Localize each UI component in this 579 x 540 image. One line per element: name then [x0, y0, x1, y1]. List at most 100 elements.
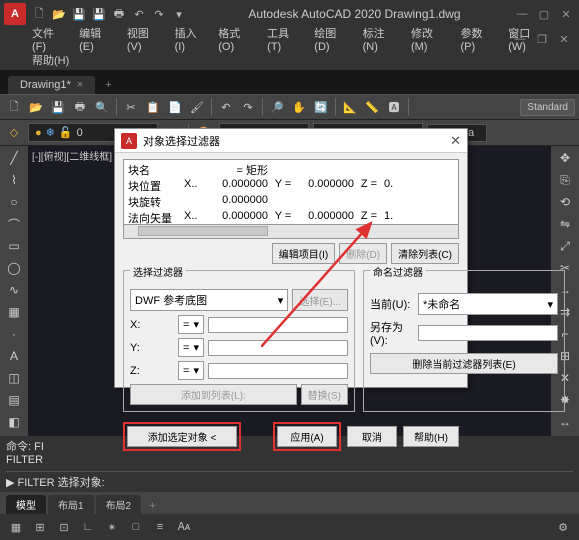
select-button[interactable]: 选择(E)... [292, 289, 348, 311]
viewport-label[interactable]: [-][俯视][二维线框] [32, 148, 112, 163]
rect-tool-icon[interactable]: ▭ [3, 236, 25, 256]
current-filter-combo[interactable]: *未命名▾ [418, 293, 558, 315]
layer-icon[interactable]: ◇ [4, 123, 24, 143]
dialog-close-icon[interactable]: ✕ [450, 133, 461, 149]
status-lwt-icon[interactable]: ≡ [150, 517, 170, 537]
menu-tools[interactable]: 工具(T) [267, 25, 302, 53]
menu-param[interactable]: 参数(P) [461, 25, 497, 53]
tool-icon[interactable]: 🅰 [384, 97, 404, 117]
replace-button[interactable]: 替换(S) [301, 384, 348, 405]
qat-redo-icon[interactable]: ↷ [150, 5, 168, 23]
saveas-field[interactable] [418, 325, 558, 341]
z-op-combo[interactable]: =▾ [178, 361, 204, 380]
qat-new-icon[interactable]: 🗋 [30, 5, 48, 23]
apply-button[interactable]: 应用(A) [277, 426, 337, 447]
status-snap-icon[interactable]: ⊡ [54, 517, 74, 537]
layout-add-icon[interactable]: + [143, 498, 161, 514]
tool-icon[interactable]: 🔄 [311, 97, 331, 117]
menu-help[interactable]: 帮助(H) [32, 52, 69, 68]
menu-dim[interactable]: 标注(N) [363, 25, 399, 53]
layout1-tab[interactable]: 布局1 [48, 495, 94, 514]
polyline-tool-icon[interactable]: ⌇ [3, 170, 25, 190]
menu-view[interactable]: 视图(V) [127, 25, 163, 53]
point-tool-icon[interactable]: · [3, 324, 25, 344]
status-grid-icon[interactable]: ⊞ [30, 517, 50, 537]
stretch-tool-icon[interactable]: ↔ [554, 412, 576, 432]
qat-saveas-icon[interactable]: 💾 [90, 5, 108, 23]
tool-icon[interactable]: ↶ [216, 97, 236, 117]
tool-icon[interactable]: 🔎 [267, 97, 287, 117]
model-tab[interactable]: 模型 [6, 495, 46, 514]
table-tool-icon[interactable]: ▤ [3, 390, 25, 410]
tab-add-icon[interactable]: + [99, 76, 117, 94]
z-field[interactable] [208, 363, 348, 379]
tab-close-icon[interactable]: × [77, 79, 83, 91]
tool-icon[interactable]: 🖶 [70, 97, 90, 117]
tool-icon[interactable]: 🖌 [187, 97, 207, 117]
hatch-tool-icon[interactable]: ▦ [3, 302, 25, 322]
region-tool-icon[interactable]: ◧ [3, 412, 25, 432]
menu-file[interactable]: 文件(F) [32, 25, 67, 53]
filter-list[interactable]: 块名= 矩形 块位置X..0.000000Y =0.000000Z =0. 块旋… [123, 159, 459, 225]
command-input[interactable]: ▶ FILTER 选择对象: [6, 471, 573, 490]
delete-button[interactable]: 删除(D) [339, 243, 387, 264]
status-osnap-icon[interactable]: □ [126, 517, 146, 537]
menu-insert[interactable]: 插入(I) [175, 25, 207, 53]
tool-icon[interactable]: 💾 [48, 97, 68, 117]
menu-format[interactable]: 格式(O) [218, 25, 255, 53]
status-polar-icon[interactable]: ✴ [102, 517, 122, 537]
menu-edit[interactable]: 编辑(E) [79, 25, 115, 53]
qat-print-icon[interactable]: 🖶 [110, 5, 128, 23]
menu-modify[interactable]: 修改(M) [411, 25, 449, 53]
tool-icon[interactable]: 📐 [340, 97, 360, 117]
spline-tool-icon[interactable]: ∿ [3, 280, 25, 300]
scale-tool-icon[interactable]: ⤢ [554, 236, 576, 256]
text-tool-icon[interactable]: A [3, 346, 25, 366]
style-combo[interactable]: Standard [520, 99, 575, 116]
close-icon[interactable]: ✕ [557, 5, 575, 23]
delete-named-button[interactable]: 删除当前过滤器列表(E) [370, 353, 558, 374]
y-op-combo[interactable]: =▾ [178, 338, 204, 357]
tool-icon[interactable]: 🗋 [4, 97, 24, 117]
copy-tool-icon[interactable]: ⎘ [554, 170, 576, 190]
doc-close-icon[interactable]: ✕ [555, 30, 573, 48]
block-tool-icon[interactable]: ◫ [3, 368, 25, 388]
add-selected-button[interactable]: 添加选定对象 < [127, 426, 237, 447]
status-anno-icon[interactable]: 🗛 [174, 517, 194, 537]
maximize-icon[interactable]: ▢ [535, 5, 553, 23]
minimize-icon[interactable]: — [513, 5, 531, 23]
qat-open-icon[interactable]: 📂 [50, 5, 68, 23]
layout2-tab[interactable]: 布局2 [96, 495, 142, 514]
qat-save-icon[interactable]: 💾 [70, 5, 88, 23]
help-button[interactable]: 帮助(H) [403, 426, 459, 447]
doc-restore-icon[interactable]: ❐ [533, 30, 551, 48]
status-model-icon[interactable]: ▦ [6, 517, 26, 537]
edit-item-button[interactable]: 编辑项目(I) [272, 243, 335, 264]
qat-dropdown-icon[interactable]: ▾ [170, 5, 188, 23]
tool-icon[interactable]: 📋 [143, 97, 163, 117]
line-tool-icon[interactable]: ╱ [3, 148, 25, 168]
tool-icon[interactable]: 🔍 [92, 97, 112, 117]
rotate-tool-icon[interactable]: ⟲ [554, 192, 576, 212]
move-tool-icon[interactable]: ✥ [554, 148, 576, 168]
qat-undo-icon[interactable]: ↶ [130, 5, 148, 23]
ellipse-tool-icon[interactable]: ◯ [3, 258, 25, 278]
x-field[interactable] [208, 317, 348, 333]
circle-tool-icon[interactable]: ○ [3, 192, 25, 212]
file-tab[interactable]: Drawing1* × [8, 76, 95, 94]
menu-draw[interactable]: 绘图(D) [314, 25, 350, 53]
y-field[interactable] [208, 340, 348, 356]
status-gear-icon[interactable]: ⚙ [553, 517, 573, 537]
filter-scrollbar[interactable] [123, 225, 459, 239]
tool-icon[interactable]: ✋ [289, 97, 309, 117]
doc-minimize-icon[interactable]: — [511, 30, 529, 48]
tool-icon[interactable]: 📄 [165, 97, 185, 117]
clear-list-button[interactable]: 清除列表(C) [391, 243, 459, 264]
tool-icon[interactable]: ↷ [238, 97, 258, 117]
tool-icon[interactable]: 📂 [26, 97, 46, 117]
arc-tool-icon[interactable]: ⌒ [3, 214, 25, 234]
x-op-combo[interactable]: =▾ [178, 315, 204, 334]
add-to-list-button[interactable]: 添加到列表(L): [130, 384, 297, 405]
tool-icon[interactable]: 📏 [362, 97, 382, 117]
status-ortho-icon[interactable]: ∟ [78, 517, 98, 537]
